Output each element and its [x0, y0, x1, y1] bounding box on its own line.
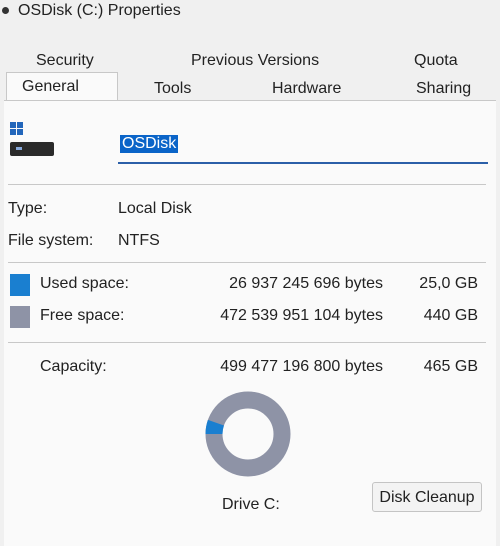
disk-usage-donut [205, 391, 291, 477]
used-space-bytes: 26 937 245 696 bytes [229, 275, 383, 292]
used-space-size: 25,0 GB [419, 275, 478, 292]
file-system-value: NTFS [118, 232, 160, 249]
type-value: Local Disk [118, 200, 192, 217]
volume-name-value: OSDisk [120, 135, 179, 153]
window-icon [2, 7, 9, 14]
tab-previous-versions[interactable]: Previous Versions [191, 52, 319, 70]
windows-logo-icon [10, 122, 24, 136]
drive-label: Drive C: [222, 496, 280, 513]
volume-name-input[interactable]: OSDisk [118, 134, 488, 164]
window-title: OSDisk (C:) Properties [18, 2, 181, 19]
used-space-label: Used space: [40, 275, 129, 292]
free-space-size: 440 GB [423, 307, 478, 324]
capacity-label: Capacity: [40, 358, 107, 375]
free-space-color-swatch [10, 306, 30, 328]
tab-general[interactable]: General [22, 78, 79, 96]
tab-sharing[interactable]: Sharing [416, 80, 471, 98]
divider [8, 262, 486, 263]
free-space-label: Free space: [40, 307, 125, 324]
tab-security[interactable]: Security [36, 52, 94, 70]
capacity-bytes: 499 477 196 800 bytes [220, 358, 383, 375]
hard-drive-icon [10, 122, 54, 158]
disk-cleanup-button[interactable]: Disk Cleanup [372, 482, 482, 512]
tab-tools[interactable]: Tools [154, 80, 191, 98]
free-space-bytes: 472 539 951 104 bytes [220, 307, 383, 324]
file-system-label: File system: [8, 232, 94, 249]
title-bar: OSDisk (C:) Properties [0, 0, 500, 26]
capacity-size: 465 GB [423, 358, 478, 375]
divider [8, 184, 486, 185]
free-space-ring [205, 391, 291, 477]
used-space-color-swatch [10, 274, 30, 296]
tab-quota[interactable]: Quota [414, 52, 458, 70]
tab-hardware[interactable]: Hardware [272, 80, 341, 98]
type-label: Type: [8, 200, 48, 217]
divider [8, 342, 486, 343]
